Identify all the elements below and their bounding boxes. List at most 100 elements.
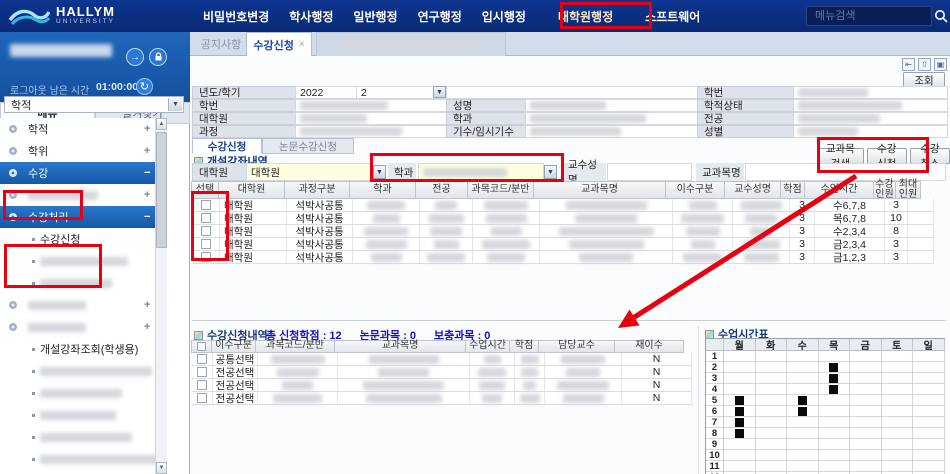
sidebar-item-개설강좌조회(학생용)[interactable]: 개설강좌조회(학생용) (0, 338, 155, 360)
sidebar-item-학위[interactable]: 학위+ (0, 140, 155, 162)
column-header-1[interactable]: 선택 (191, 181, 219, 199)
column-header-8[interactable]: 이수구분 (665, 181, 725, 199)
timetable-cell (724, 351, 756, 362)
action-button-1[interactable]: 교과목검색 (817, 148, 864, 164)
expand-icon[interactable]: + (144, 299, 150, 311)
lock-icon[interactable] (149, 48, 167, 66)
column-header-5[interactable]: 수업시간 (465, 340, 510, 353)
row-checkbox[interactable] (197, 393, 207, 403)
timetable-cell (724, 428, 756, 439)
column-header-6[interactable]: 학점 (509, 340, 539, 353)
expand-icon[interactable]: + (144, 189, 150, 201)
cell: N (622, 379, 692, 392)
document-tab-1[interactable]: 공지사항 (198, 32, 244, 56)
sidebar-item-redacted-12[interactable] (0, 360, 155, 382)
nav-item-7[interactable]: 소프트웨어 (645, 8, 700, 25)
sidebar-item-학적[interactable]: 학적+ (0, 118, 155, 140)
expand-icon[interactable]: + (144, 321, 150, 333)
row-checkbox[interactable] (197, 380, 207, 390)
column-header-11[interactable]: 수업시간 (804, 181, 874, 199)
timetable-cell (756, 395, 788, 406)
sidebar-item-label: 수강 (28, 165, 48, 181)
collapse-icon[interactable]: − (144, 211, 150, 223)
column-header-7[interactable]: 교과목명 (533, 181, 666, 199)
nav-item-3[interactable]: 일반행정 (353, 8, 397, 25)
row-checkbox[interactable] (201, 200, 211, 210)
sidebar-item-redacted-16[interactable] (0, 448, 155, 470)
document-tab-3[interactable] (316, 32, 506, 56)
refresh-timer-icon[interactable]: ↻ (136, 78, 153, 95)
sidebar-item-redacted-7[interactable] (0, 250, 155, 272)
sidebar-item-수강[interactable]: 수강 − (0, 162, 155, 184)
column-header-1[interactable] (191, 340, 212, 353)
close-tabs-icon[interactable]: ▣ (934, 58, 947, 71)
day-header-5: 금 (850, 339, 882, 351)
dock-left-icon[interactable]: ⇤ (902, 58, 915, 71)
action-button-3[interactable]: 수강취소 (910, 148, 950, 164)
scroll-up-icon[interactable]: ▲ (156, 118, 167, 130)
expand-icon[interactable]: ⇧ (918, 58, 931, 71)
subtab-2[interactable]: 논문수강신청 (262, 138, 354, 154)
chevron-down-icon[interactable]: ▼ (544, 165, 557, 179)
row-checkbox[interactable] (197, 354, 207, 364)
timetable-cell (787, 395, 819, 406)
chevron-down-icon[interactable]: ▼ (433, 86, 446, 98)
row-checkbox[interactable] (201, 226, 211, 236)
select-all-checkbox[interactable] (197, 342, 206, 351)
search-icon[interactable] (934, 9, 948, 23)
row-checkbox[interactable] (201, 252, 211, 262)
column-header-5[interactable]: 전공 (415, 181, 468, 199)
logout-icon[interactable]: → (126, 48, 144, 66)
sidebar-item-redacted-13[interactable] (0, 382, 155, 404)
column-header-12[interactable]: 수강 인원 (873, 181, 896, 199)
collapse-icon[interactable]: − (144, 167, 150, 179)
sidebar-item-redacted-14[interactable] (0, 404, 155, 426)
menu-search-input[interactable] (807, 7, 931, 25)
column-header-13[interactable]: 최대 인원 (895, 181, 921, 199)
column-header-3[interactable]: 과목코드/분반 (255, 340, 335, 353)
semester-select[interactable]: 2 ▼ (356, 86, 447, 99)
sidebar-item-redacted-10[interactable]: + (0, 316, 155, 338)
dept-filter-value[interactable] (418, 163, 544, 181)
scrollbar-thumb[interactable] (156, 132, 167, 248)
column-header-8[interactable]: 재이수 (614, 340, 684, 353)
nav-item-6[interactable]: 대학원행정 (558, 8, 613, 25)
row-checkbox[interactable] (197, 367, 207, 377)
subtab-1[interactable]: 수강신청 (192, 138, 262, 154)
column-header-10[interactable]: 학점 (780, 181, 805, 199)
sidebar-item-redacted-9[interactable]: + (0, 294, 155, 316)
nav-item-2[interactable]: 학사행정 (289, 8, 333, 25)
scroll-down-icon[interactable]: ▼ (156, 462, 167, 474)
sidebar-item-수강신청[interactable]: 수강신청 (0, 228, 155, 250)
column-header-6[interactable]: 과목코드/분반 (467, 181, 534, 199)
filled-slot (829, 363, 838, 372)
category-dropdown[interactable]: 학적 ▼ (4, 96, 184, 113)
timetable-cell (724, 461, 756, 472)
year-value[interactable]: 2022 (295, 86, 357, 99)
sidebar-item-redacted-4[interactable]: + (0, 184, 155, 206)
chevron-down-icon[interactable]: ▼ (168, 98, 182, 111)
nav-item-5[interactable]: 입시행정 (482, 8, 526, 25)
nav-item-4[interactable]: 연구행정 (418, 8, 462, 25)
chevron-down-icon[interactable]: ▼ (373, 165, 386, 179)
action-button-2[interactable]: 수강신청 (867, 148, 907, 164)
column-header-4[interactable]: 교과목명 (334, 340, 466, 353)
professor-filter-input[interactable] (607, 163, 692, 181)
school-filter-value[interactable]: 대학원 (246, 163, 373, 181)
sidebar-item-redacted-8[interactable] (0, 272, 155, 294)
sidebar-item-수강처리[interactable]: 수강처리− (0, 206, 155, 228)
close-icon[interactable]: × (299, 39, 305, 50)
column-header-2[interactable]: 대학원 (218, 181, 285, 199)
expand-icon[interactable]: + (144, 145, 150, 157)
row-checkbox[interactable] (201, 239, 211, 249)
document-tab-2[interactable]: 수강신청× (246, 32, 312, 56)
column-header-9[interactable]: 교수성명 (724, 181, 781, 199)
sidebar-scrollbar[interactable]: ▲ ▼ (155, 118, 167, 474)
sidebar-item-redacted-15[interactable] (0, 426, 155, 448)
expand-icon[interactable]: + (144, 123, 150, 135)
column-header-7[interactable]: 담당교수 (538, 340, 615, 353)
nav-item-1[interactable]: 비밀번호변경 (203, 8, 269, 25)
column-header-4[interactable]: 학과 (349, 181, 416, 199)
row-checkbox[interactable] (201, 213, 211, 223)
column-header-3[interactable]: 과정구분 (284, 181, 350, 199)
